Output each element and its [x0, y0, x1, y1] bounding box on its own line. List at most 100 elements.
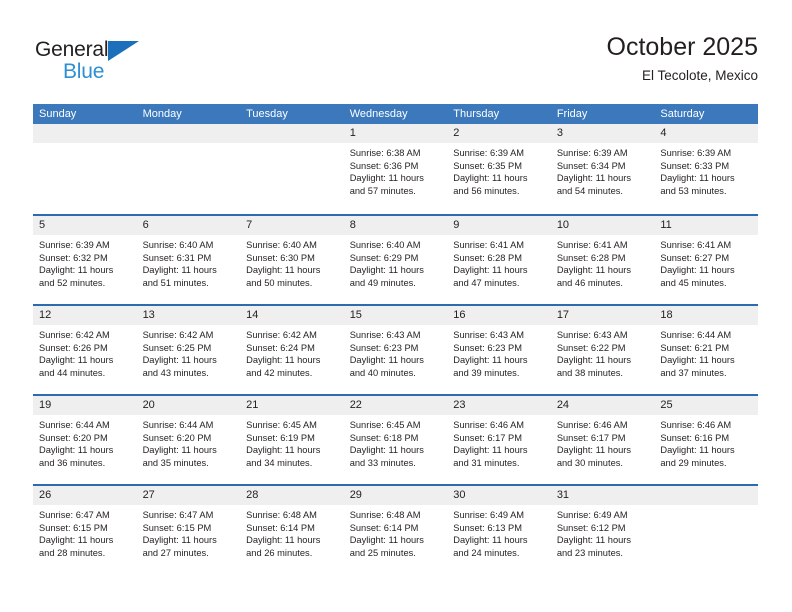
day-number: 21 [240, 396, 344, 415]
daylight-duration: Daylight: 11 hours and 51 minutes. [142, 265, 217, 288]
day-number [33, 124, 137, 143]
sunset-time: Sunset: 6:26 PM [39, 342, 108, 353]
sunset-time: Sunset: 6:21 PM [660, 342, 730, 353]
general-blue-logo[interactable]: General Blue [35, 38, 165, 84]
calendar-day-cell[interactable]: 3 Sunrise: 6:39 AM Sunset: 6:34 PM Daylight… [550, 124, 655, 214]
calendar-day-cell[interactable]: 7 Sunrise: 6:40 AM Sunset: 6:30 PM Daylight… [240, 216, 344, 304]
sunrise-time: Sunrise: 6:40 AM [246, 240, 317, 250]
sunrise-time: Sunrise: 6:47 AM [39, 510, 110, 520]
daylight-duration: Daylight: 11 hours and 44 minutes. [39, 355, 114, 378]
daylight-duration: Daylight: 11 hours and 40 minutes. [349, 355, 424, 378]
weekday-header-tuesday: Tuesday [246, 108, 288, 120]
day-number: 22 [343, 396, 448, 415]
calendar-day-cell[interactable]: 26 Sunrise: 6:47 AM Sunset: 6:15 PM Dayligh… [33, 486, 137, 574]
daylight-duration: Daylight: 11 hours and 24 minutes. [453, 535, 528, 558]
daylight-duration: Daylight: 11 hours and 57 minutes. [349, 173, 424, 196]
calendar-day-cell[interactable]: 8 Sunrise: 6:40 AM Sunset: 6:29 PM Daylight… [343, 216, 448, 304]
calendar-day-cell-empty [240, 124, 344, 214]
sunrise-time: Sunrise: 6:45 AM [246, 420, 317, 430]
day-details: Sunrise: 6:48 AM Sunset: 6:14 PM Daylight:… [344, 505, 448, 559]
daylight-duration: Daylight: 11 hours and 34 minutes. [246, 445, 321, 468]
day-number: 26 [33, 486, 137, 505]
calendar-day-cell[interactable]: 9 Sunrise: 6:41 AM Sunset: 6:28 PM Daylight… [447, 216, 551, 304]
calendar-day-cell[interactable]: 16 Sunrise: 6:43 AM Sunset: 6:23 PM Dayligh… [447, 306, 551, 394]
daylight-duration: Daylight: 11 hours and 26 minutes. [246, 535, 321, 558]
sunset-time: Sunset: 6:29 PM [349, 252, 419, 263]
calendar-day-cell[interactable]: 21 Sunrise: 6:45 AM Sunset: 6:19 PM Dayligh… [240, 396, 344, 484]
sunrise-time: Sunrise: 6:43 AM [349, 330, 421, 340]
daylight-duration: Daylight: 11 hours and 39 minutes. [453, 355, 528, 378]
day-number: 9 [447, 216, 551, 235]
day-details: Sunrise: 6:46 AM Sunset: 6:17 PM Daylight:… [447, 415, 551, 469]
day-details: Sunrise: 6:38 AM Sunset: 6:36 PM Daylight:… [344, 143, 448, 197]
sunrise-time: Sunrise: 6:44 AM [142, 420, 214, 430]
calendar-day-cell[interactable]: 24 Sunrise: 6:46 AM Sunset: 6:17 PM Dayligh… [550, 396, 655, 484]
calendar-day-cell[interactable]: 25 Sunrise: 6:46 AM Sunset: 6:16 PM Dayligh… [654, 396, 758, 484]
daylight-duration: Daylight: 11 hours and 37 minutes. [660, 355, 735, 378]
day-number: 7 [240, 216, 344, 235]
sunset-time: Sunset: 6:24 PM [246, 342, 315, 353]
sunset-time: Sunset: 6:12 PM [556, 522, 626, 533]
sunset-time: Sunset: 6:36 PM [349, 160, 419, 171]
sunrise-time: Sunrise: 6:43 AM [556, 330, 628, 340]
calendar-day-cell[interactable]: 14 Sunrise: 6:42 AM Sunset: 6:24 PM Dayligh… [240, 306, 344, 394]
sunrise-time: Sunrise: 6:39 AM [39, 240, 110, 250]
day-number: 11 [654, 216, 758, 235]
day-details: Sunrise: 6:41 AM Sunset: 6:28 PM Daylight:… [447, 235, 551, 289]
day-details: Sunrise: 6:40 AM Sunset: 6:30 PM Daylight:… [240, 235, 344, 289]
calendar-grid: Sunday Monday Tuesday Wednesday Thursday Frid… [33, 104, 758, 574]
daylight-duration: Daylight: 11 hours and 28 minutes. [39, 535, 114, 558]
sunset-time: Sunset: 6:13 PM [453, 522, 522, 533]
calendar-week-row: 12 Sunrise: 6:42 AM Sunset: 6:26 PM Dayligh… [33, 304, 758, 394]
calendar-day-cell[interactable]: 4 Sunrise: 6:39 AM Sunset: 6:33 PM Daylight… [654, 124, 758, 214]
calendar-day-cell[interactable]: 1 Sunrise: 6:38 AM Sunset: 6:36 PM Daylight… [343, 124, 448, 214]
day-number: 28 [240, 486, 344, 505]
day-number: 5 [33, 216, 137, 235]
calendar-day-cell[interactable]: 22 Sunrise: 6:45 AM Sunset: 6:18 PM Dayligh… [343, 396, 448, 484]
sunrise-time: Sunrise: 6:49 AM [556, 510, 628, 520]
sunrise-time: Sunrise: 6:42 AM [246, 330, 317, 340]
calendar-day-cell[interactable]: 31 Sunrise: 6:49 AM Sunset: 6:12 PM Dayligh… [550, 486, 655, 574]
calendar-week-row: 1 Sunrise: 6:38 AM Sunset: 6:36 PM Daylight… [33, 124, 758, 214]
calendar-day-cell[interactable]: 18 Sunrise: 6:44 AM Sunset: 6:21 PM Dayligh… [654, 306, 758, 394]
calendar-day-cell[interactable]: 11 Sunrise: 6:41 AM Sunset: 6:27 PM Dayligh… [654, 216, 758, 304]
day-number: 10 [550, 216, 655, 235]
calendar-day-cell[interactable]: 5 Sunrise: 6:39 AM Sunset: 6:32 PM Daylight… [33, 216, 137, 304]
calendar-day-cell[interactable]: 20 Sunrise: 6:44 AM Sunset: 6:20 PM Dayligh… [136, 396, 241, 484]
calendar-weeks: 1 Sunrise: 6:38 AM Sunset: 6:36 PM Daylight… [33, 124, 758, 574]
calendar-day-cell[interactable]: 13 Sunrise: 6:42 AM Sunset: 6:25 PM Dayligh… [136, 306, 241, 394]
daylight-duration: Daylight: 11 hours and 27 minutes. [142, 535, 217, 558]
calendar-day-cell[interactable]: 2 Sunrise: 6:39 AM Sunset: 6:35 PM Daylight… [447, 124, 551, 214]
calendar-day-cell[interactable]: 12 Sunrise: 6:42 AM Sunset: 6:26 PM Dayligh… [33, 306, 137, 394]
daylight-duration: Daylight: 11 hours and 56 minutes. [453, 173, 528, 196]
daylight-duration: Daylight: 11 hours and 33 minutes. [349, 445, 424, 468]
day-details: Sunrise: 6:42 AM Sunset: 6:24 PM Daylight:… [240, 325, 344, 379]
sunrise-time: Sunrise: 6:49 AM [453, 510, 525, 520]
calendar-day-cell-empty [136, 124, 241, 214]
calendar-day-cell[interactable]: 19 Sunrise: 6:44 AM Sunset: 6:20 PM Dayligh… [33, 396, 137, 484]
sunset-time: Sunset: 6:20 PM [39, 432, 108, 443]
sunrise-time: Sunrise: 6:41 AM [660, 240, 732, 250]
sunrise-time: Sunrise: 6:39 AM [556, 148, 628, 158]
calendar-day-cell[interactable]: 30 Sunrise: 6:49 AM Sunset: 6:13 PM Dayligh… [447, 486, 551, 574]
calendar-week-row: 19 Sunrise: 6:44 AM Sunset: 6:20 PM Dayligh… [33, 394, 758, 484]
calendar-day-cell[interactable]: 6 Sunrise: 6:40 AM Sunset: 6:31 PM Daylight… [136, 216, 241, 304]
sunrise-time: Sunrise: 6:46 AM [453, 420, 525, 430]
calendar-day-cell[interactable]: 17 Sunrise: 6:43 AM Sunset: 6:22 PM Dayligh… [550, 306, 655, 394]
calendar-day-cell[interactable]: 23 Sunrise: 6:46 AM Sunset: 6:17 PM Dayligh… [447, 396, 551, 484]
day-number: 12 [33, 306, 137, 325]
calendar-day-cell[interactable]: 10 Sunrise: 6:41 AM Sunset: 6:28 PM Dayligh… [550, 216, 655, 304]
calendar-day-cell[interactable]: 15 Sunrise: 6:43 AM Sunset: 6:23 PM Dayligh… [343, 306, 448, 394]
day-details: Sunrise: 6:49 AM Sunset: 6:12 PM Daylight:… [551, 505, 655, 559]
day-details: Sunrise: 6:46 AM Sunset: 6:16 PM Daylight:… [654, 415, 758, 469]
daylight-duration: Daylight: 11 hours and 50 minutes. [246, 265, 321, 288]
calendar-day-cell[interactable]: 27 Sunrise: 6:47 AM Sunset: 6:15 PM Dayligh… [136, 486, 241, 574]
day-number: 25 [654, 396, 758, 415]
day-number: 20 [136, 396, 241, 415]
calendar-day-cell[interactable]: 29 Sunrise: 6:48 AM Sunset: 6:14 PM Dayligh… [343, 486, 448, 574]
day-number [136, 124, 241, 143]
calendar-day-cell[interactable]: 28 Sunrise: 6:48 AM Sunset: 6:14 PM Dayligh… [240, 486, 344, 574]
day-number: 17 [550, 306, 655, 325]
day-number: 29 [343, 486, 448, 505]
day-details: Sunrise: 6:44 AM Sunset: 6:21 PM Daylight:… [654, 325, 758, 379]
